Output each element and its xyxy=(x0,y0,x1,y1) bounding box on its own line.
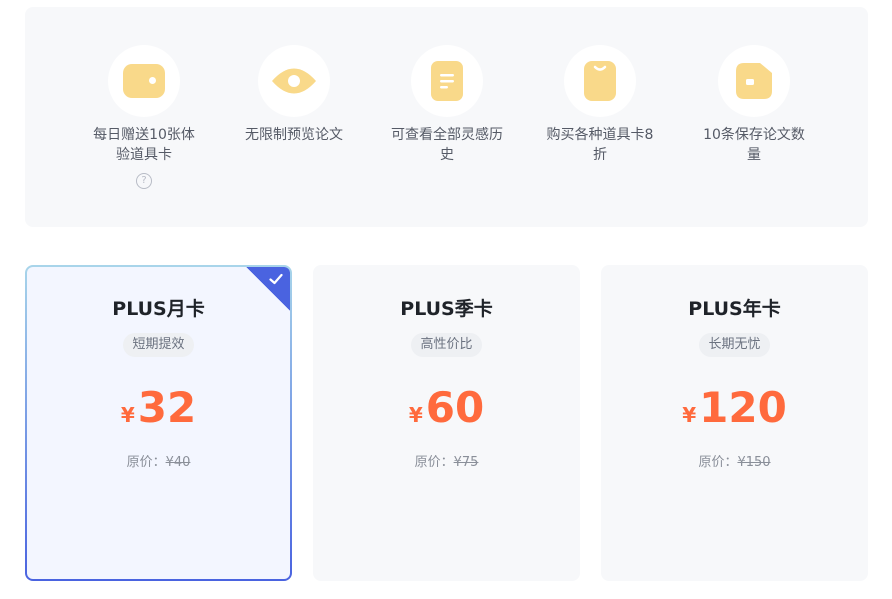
benefit-label: 每日赠送10张体验道具卡 xyxy=(93,127,195,163)
benefit-item-history: 可查看全部灵感历史 xyxy=(377,45,517,165)
benefit-icon-circle xyxy=(564,45,636,117)
benefit-label: 可查看全部灵感历史 xyxy=(391,127,503,163)
plan-price: ¥120 xyxy=(601,383,868,433)
benefit-icon-circle xyxy=(718,45,790,117)
price-amount: 60 xyxy=(425,383,485,432)
original-price-value: ¥150 xyxy=(737,455,771,470)
original-price-value: ¥75 xyxy=(453,455,479,470)
price-amount: 120 xyxy=(699,383,787,432)
check-icon xyxy=(269,273,283,285)
currency-symbol: ¥ xyxy=(682,403,697,427)
benefit-item-discount: 购买各种道具卡8折 xyxy=(530,45,670,165)
plan-price: ¥32 xyxy=(27,383,290,433)
plan-tag: 高性价比 xyxy=(411,333,482,357)
plan-tag: 长期无忧 xyxy=(699,333,770,357)
original-price: 原价：¥40 xyxy=(27,451,290,470)
card-icon xyxy=(584,61,616,101)
plan-card-monthly[interactable]: PLUS月卡 短期提效 ¥32 原价：¥40 xyxy=(25,265,292,581)
benefit-item-save: 10条保存论文数量 xyxy=(684,45,824,165)
benefit-label: 10条保存论文数量 xyxy=(703,127,805,163)
currency-symbol: ¥ xyxy=(408,403,423,427)
price-amount: 32 xyxy=(137,383,197,432)
benefit-icon-circle xyxy=(411,45,483,117)
benefit-icon-circle xyxy=(258,45,330,117)
benefit-label: 购买各种道具卡8折 xyxy=(546,127,654,163)
benefit-icon-circle xyxy=(108,45,180,117)
original-price: 原价：¥150 xyxy=(601,451,868,470)
benefit-label: 无限制预览论文 xyxy=(245,127,343,143)
original-price-label: 原价： xyxy=(126,455,166,470)
currency-symbol: ¥ xyxy=(120,403,135,427)
document-icon xyxy=(431,61,463,101)
plan-name: PLUS季卡 xyxy=(400,298,493,320)
original-price: 原价：¥75 xyxy=(313,451,580,470)
benefit-item-preview: 无限制预览论文 xyxy=(224,45,364,145)
original-price-label: 原价： xyxy=(414,455,454,470)
benefit-item-trial-cards: 每日赠送10张体验道具卡 ? xyxy=(74,45,214,189)
plan-tag: 短期提效 xyxy=(123,333,194,357)
original-price-label: 原价： xyxy=(698,455,738,470)
save-icon xyxy=(736,63,772,99)
plus-benefits-panel: 每日赠送10张体验道具卡 ? 无限制预览论文 可查看全部灵感历史 购买各种道具卡… xyxy=(25,7,868,227)
plan-card-quarterly[interactable]: PLUS季卡 高性价比 ¥60 原价：¥75 xyxy=(313,265,580,581)
help-icon[interactable]: ? xyxy=(136,173,152,189)
plan-card-yearly[interactable]: PLUS年卡 长期无忧 ¥120 原价：¥150 xyxy=(601,265,868,581)
selected-corner-badge xyxy=(246,267,290,311)
eye-icon xyxy=(272,68,316,94)
plan-price: ¥60 xyxy=(313,383,580,433)
plan-name: PLUS年卡 xyxy=(688,298,781,320)
wallet-icon xyxy=(123,64,165,98)
original-price-value: ¥40 xyxy=(165,455,191,470)
